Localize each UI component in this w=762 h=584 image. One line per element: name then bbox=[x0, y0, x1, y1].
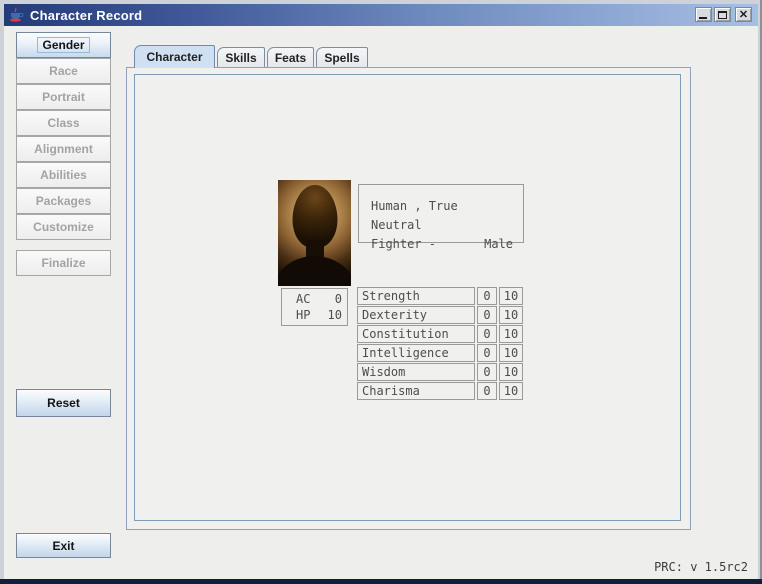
tab-skills[interactable]: Skills bbox=[217, 47, 265, 68]
sidebar-button-label: Race bbox=[49, 64, 78, 78]
exit-button[interactable]: Exit bbox=[16, 533, 111, 558]
tab-feats[interactable]: Feats bbox=[267, 47, 314, 68]
sidebar-button-race: Race bbox=[16, 58, 111, 84]
sidebar-button-label: Abilities bbox=[40, 168, 87, 182]
sidebar-button-gender[interactable]: Gender bbox=[16, 32, 111, 58]
maximize-button[interactable] bbox=[714, 7, 731, 22]
ability-name-cell: Dexterity bbox=[357, 306, 475, 324]
close-button[interactable]: ✕ bbox=[735, 7, 752, 22]
ability-name-cell: Charisma bbox=[357, 382, 475, 400]
ability-mod-cell: 0 bbox=[477, 287, 497, 305]
ability-row-strength: Strength 0 10 bbox=[357, 287, 523, 305]
ability-score-cell: 10 bbox=[499, 344, 523, 362]
ability-mod-cell: 0 bbox=[477, 344, 497, 362]
ability-row-constitution: Constitution 0 10 bbox=[357, 325, 523, 343]
ability-row-charisma: Charisma 0 10 bbox=[357, 382, 523, 400]
portrait-shoulders bbox=[278, 256, 351, 286]
summary-race-alignment: Human , True Neutral bbox=[371, 197, 513, 235]
minimize-button[interactable] bbox=[695, 7, 712, 22]
sidebar-button-label: Gender bbox=[37, 37, 89, 53]
close-icon: ✕ bbox=[736, 8, 751, 21]
ability-mod-cell: 0 bbox=[477, 382, 497, 400]
portrait-head bbox=[292, 185, 337, 248]
ability-mod-cell: 0 bbox=[477, 363, 497, 381]
sidebar-button-label: Class bbox=[47, 116, 79, 130]
ability-name-cell: Intelligence bbox=[357, 344, 475, 362]
java-cup-icon bbox=[8, 7, 24, 23]
sidebar-button-alignment: Alignment bbox=[16, 136, 111, 162]
sidebar-button-label: Alignment bbox=[34, 142, 93, 156]
sidebar-button-packages: Packages bbox=[16, 188, 111, 214]
tab-label: Feats bbox=[275, 51, 306, 65]
sidebar-button-portrait: Portrait bbox=[16, 84, 111, 110]
sidebar-button-label: Finalize bbox=[41, 256, 85, 270]
tab-character[interactable]: Character bbox=[134, 45, 215, 68]
window-content: Gender Race Portrait Class Alignment Abi… bbox=[4, 26, 758, 579]
tab-label: Character bbox=[146, 50, 202, 64]
ability-name-cell: Wisdom bbox=[357, 363, 475, 381]
sidebar-button-label: Packages bbox=[36, 194, 91, 208]
ability-score-cell: 10 bbox=[499, 287, 523, 305]
ac-value: 0 bbox=[318, 291, 342, 307]
reset-button[interactable]: Reset bbox=[16, 389, 111, 417]
window-bottom-edge bbox=[0, 579, 762, 584]
summary-class: Fighter - bbox=[371, 235, 436, 254]
ability-name-cell: Constitution bbox=[357, 325, 475, 343]
hp-label: HP bbox=[296, 307, 318, 323]
ability-mod-cell: 0 bbox=[477, 325, 497, 343]
ability-row-dexterity: Dexterity 0 10 bbox=[357, 306, 523, 324]
sidebar-button-label: Customize bbox=[33, 220, 94, 234]
summary-box: Human , True Neutral Fighter - Male bbox=[358, 184, 524, 243]
window-title: Character Record bbox=[30, 8, 142, 23]
tab-label: Skills bbox=[225, 51, 256, 65]
ability-mod-cell: 0 bbox=[477, 306, 497, 324]
sidebar-button-label: Portrait bbox=[42, 90, 85, 104]
window-controls: ✕ bbox=[693, 7, 752, 22]
sidebar-button-customize: Customize bbox=[16, 214, 111, 240]
status-version: PRC: v 1.5rc2 bbox=[654, 560, 748, 574]
sidebar-button-abilities: Abilities bbox=[16, 162, 111, 188]
ac-label: AC bbox=[296, 291, 318, 307]
finalize-button: Finalize bbox=[16, 250, 111, 276]
ability-score-cell: 10 bbox=[499, 325, 523, 343]
ability-name-cell: Strength bbox=[357, 287, 475, 305]
tab-label: Spells bbox=[324, 51, 359, 65]
tabstrip: Character Skills Feats Spells bbox=[134, 45, 370, 68]
titlebar[interactable]: Character Record ✕ bbox=[4, 4, 758, 26]
ability-row-wisdom: Wisdom 0 10 bbox=[357, 363, 523, 381]
app-window: Character Record ✕ Gender Race Portrait … bbox=[0, 0, 762, 584]
sidebar-button-class: Class bbox=[16, 110, 111, 136]
vitals-box: AC 0 HP 10 bbox=[281, 288, 348, 326]
ability-score-cell: 10 bbox=[499, 306, 523, 324]
hp-value: 10 bbox=[318, 307, 342, 323]
character-portrait bbox=[278, 180, 351, 286]
ability-score-cell: 10 bbox=[499, 382, 523, 400]
minimize-icon bbox=[699, 17, 707, 19]
maximize-icon bbox=[718, 11, 727, 19]
summary-gender: Male bbox=[484, 235, 513, 254]
tab-spells[interactable]: Spells bbox=[316, 47, 368, 68]
ability-row-intelligence: Intelligence 0 10 bbox=[357, 344, 523, 362]
ability-score-cell: 10 bbox=[499, 363, 523, 381]
